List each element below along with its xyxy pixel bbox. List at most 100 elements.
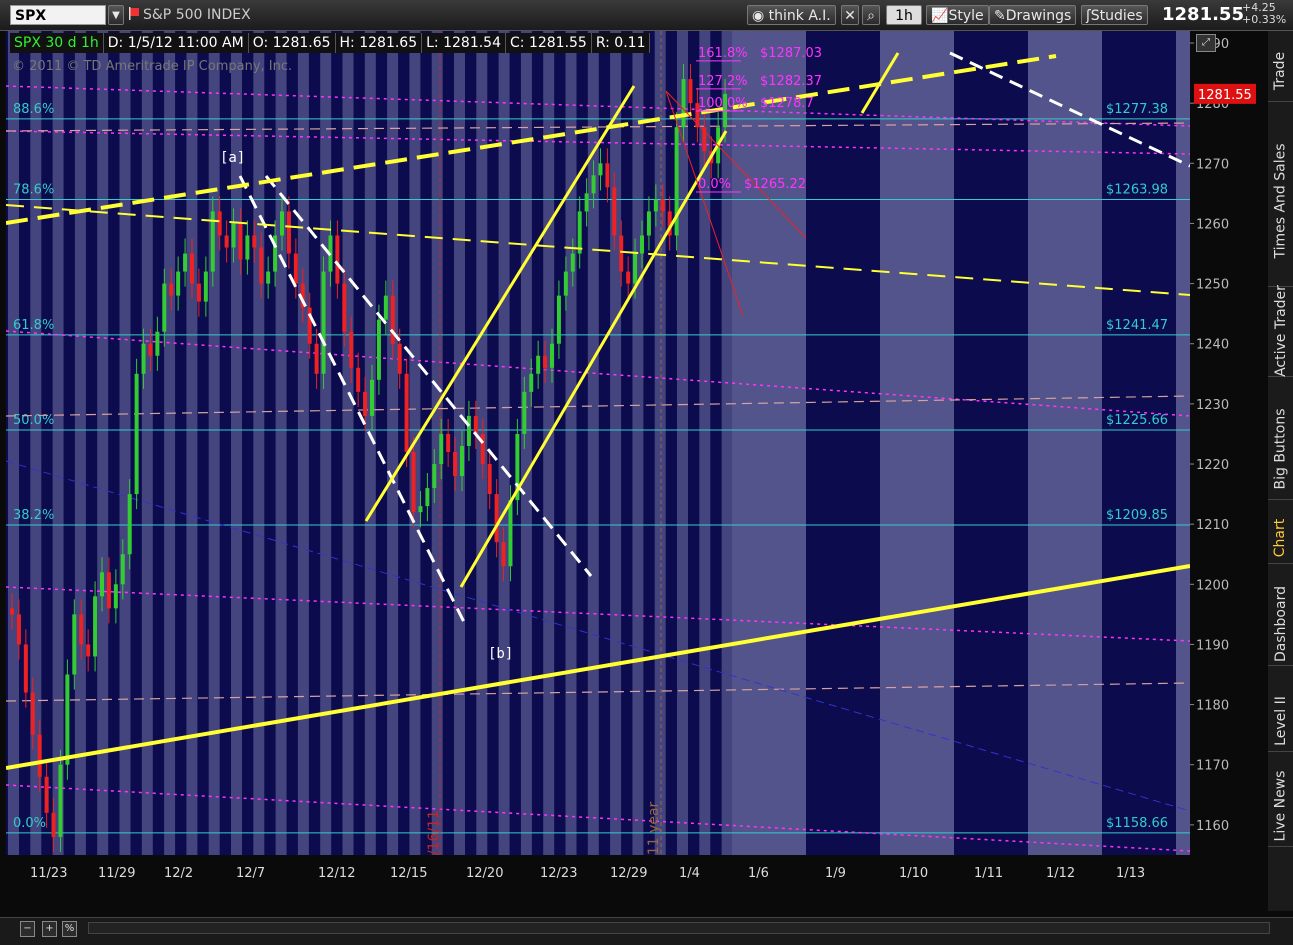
ext-pct-label: 100.0% bbox=[698, 96, 748, 111]
candle-body bbox=[349, 331, 354, 368]
x-tick-label: 11/29 bbox=[98, 866, 135, 881]
ext-price-label: $1282.37 bbox=[760, 74, 822, 89]
candle-body bbox=[425, 488, 430, 507]
candle-body bbox=[446, 433, 451, 452]
y-tick-label: 1200 bbox=[1196, 578, 1229, 593]
y-tick-label: 1230 bbox=[1196, 398, 1229, 413]
chart-area[interactable]: 88.6% $1277.38 78.6% $1263.98 61.8% $1241.47 5… bbox=[5, 31, 1250, 885]
aggregation-button[interactable]: 1h bbox=[886, 5, 922, 25]
candle-body bbox=[58, 764, 63, 837]
candle-body bbox=[584, 193, 589, 212]
candle-body bbox=[626, 271, 631, 284]
x-tick-label: 1/11 bbox=[974, 866, 1003, 881]
candle-body bbox=[30, 692, 35, 735]
pct-change: +0.33% bbox=[1242, 13, 1287, 26]
bar-open: O: 1281.65 bbox=[249, 33, 336, 53]
side-tab-big-buttons[interactable]: Big Buttons bbox=[1268, 399, 1293, 500]
candle-body bbox=[363, 391, 368, 416]
candle-body bbox=[93, 596, 98, 657]
session-stripe bbox=[119, 31, 131, 885]
price-axis[interactable]: 1160 1170 1180 1190 1200 1210 1220 1230 1240 1250… bbox=[1190, 31, 1266, 885]
session-stripe bbox=[565, 31, 577, 885]
candle-body bbox=[100, 572, 104, 597]
candle-body bbox=[577, 211, 582, 254]
session-stripe bbox=[364, 31, 376, 885]
candle-body bbox=[155, 331, 160, 356]
candle-body bbox=[418, 506, 423, 513]
ext-price-label: $1265.22 bbox=[744, 177, 806, 192]
style-button[interactable]: 📈Style bbox=[926, 5, 989, 25]
x-tick-label: 1/10 bbox=[899, 866, 928, 881]
candle-body bbox=[162, 283, 167, 332]
side-tab-dashboard[interactable]: Dashboard bbox=[1268, 583, 1293, 666]
x-tick-label: 1/13 bbox=[1116, 866, 1145, 881]
candle-body bbox=[65, 674, 70, 765]
candle-body bbox=[356, 367, 361, 392]
zoom-in-icon[interactable]: + bbox=[42, 921, 57, 937]
candle-body bbox=[508, 500, 513, 567]
session-stripe bbox=[141, 31, 153, 885]
fib-pct-label: 0.0% bbox=[13, 816, 46, 831]
candle-body bbox=[480, 433, 485, 465]
candle-body bbox=[404, 373, 409, 452]
side-tab-level-ii[interactable]: Level II bbox=[1268, 691, 1293, 752]
candle-body bbox=[224, 235, 229, 248]
candle-body bbox=[460, 445, 464, 477]
ext-pct-label: 0.0% bbox=[698, 177, 731, 192]
candle-body bbox=[307, 307, 312, 344]
side-tab-label: Live News bbox=[1272, 770, 1289, 842]
x-tick-label: 1/9 bbox=[825, 866, 846, 881]
side-tab-label: Chart bbox=[1272, 518, 1289, 558]
session-stripe bbox=[677, 31, 688, 885]
drawings-label: Drawings bbox=[1005, 8, 1072, 24]
side-tab-label: Trade bbox=[1272, 51, 1289, 91]
candle-body bbox=[473, 415, 478, 434]
crosshair-icon[interactable]: ✕ bbox=[841, 5, 859, 25]
studies-button[interactable]: ʃStudies bbox=[1081, 5, 1148, 25]
session-stripe bbox=[632, 31, 644, 885]
ext-pct-label: 161.8% bbox=[698, 46, 748, 61]
side-tab-active-trader[interactable]: Active Trader bbox=[1268, 285, 1293, 377]
session-stripe bbox=[320, 31, 332, 885]
side-tab-live-news[interactable]: Live News bbox=[1268, 766, 1293, 847]
candle-body bbox=[376, 319, 381, 380]
candle-body bbox=[148, 343, 153, 356]
side-tab-times-and-sales[interactable]: Times And Sales bbox=[1268, 116, 1293, 287]
expand-icon[interactable]: ⤢ bbox=[1196, 34, 1216, 52]
side-tab-trade[interactable]: Trade bbox=[1268, 41, 1293, 102]
candle-body bbox=[321, 271, 326, 374]
y-tick-label: 1190 bbox=[1196, 638, 1229, 653]
bottom-bar: − + % bbox=[0, 917, 1293, 945]
symbol-dropdown-icon[interactable]: ▼ bbox=[108, 5, 124, 25]
zoom-pct-icon[interactable]: % bbox=[62, 921, 77, 937]
candle-body bbox=[293, 253, 298, 284]
candle-body bbox=[598, 163, 603, 176]
y-tick-label: 1240 bbox=[1196, 338, 1229, 353]
session-stripe bbox=[543, 31, 555, 885]
chart-style-icon: 📈 bbox=[931, 8, 949, 24]
price-chart[interactable]: 88.6% $1277.38 78.6% $1263.98 61.8% $1241.47 5… bbox=[5, 31, 1250, 885]
session-stripe bbox=[8, 31, 19, 885]
chart-scrollbar[interactable] bbox=[88, 922, 1270, 934]
symbol-description: S&P 500 INDEX bbox=[143, 7, 251, 23]
y-tick-label: 1220 bbox=[1196, 458, 1229, 473]
candle-body bbox=[432, 464, 437, 489]
chart-title: SPX 30 d 1h bbox=[10, 33, 104, 53]
bar-range: R: 0.11 bbox=[592, 33, 651, 53]
think-ai-button[interactable]: ◉ think A.I. bbox=[747, 5, 836, 25]
side-tab-chart[interactable]: Chart bbox=[1268, 513, 1293, 564]
candle-body bbox=[44, 776, 49, 813]
drawings-button[interactable]: ✎Drawings bbox=[989, 5, 1077, 25]
fib-price-label: $1263.98 bbox=[1106, 183, 1168, 198]
zoom-icon[interactable]: ⌕ bbox=[862, 5, 880, 25]
zoom-out-icon[interactable]: − bbox=[20, 921, 35, 937]
candle-body bbox=[141, 343, 146, 374]
x-tick-label: 12/7 bbox=[236, 866, 265, 881]
y-tick-label: 1160 bbox=[1196, 819, 1229, 834]
candle-body bbox=[612, 187, 617, 236]
style-label: Style bbox=[948, 8, 984, 24]
symbol-input[interactable]: SPX bbox=[10, 5, 106, 25]
flag-icon bbox=[128, 5, 142, 25]
last-price: 1281.55 bbox=[1162, 4, 1244, 25]
session-stripe bbox=[164, 31, 176, 885]
